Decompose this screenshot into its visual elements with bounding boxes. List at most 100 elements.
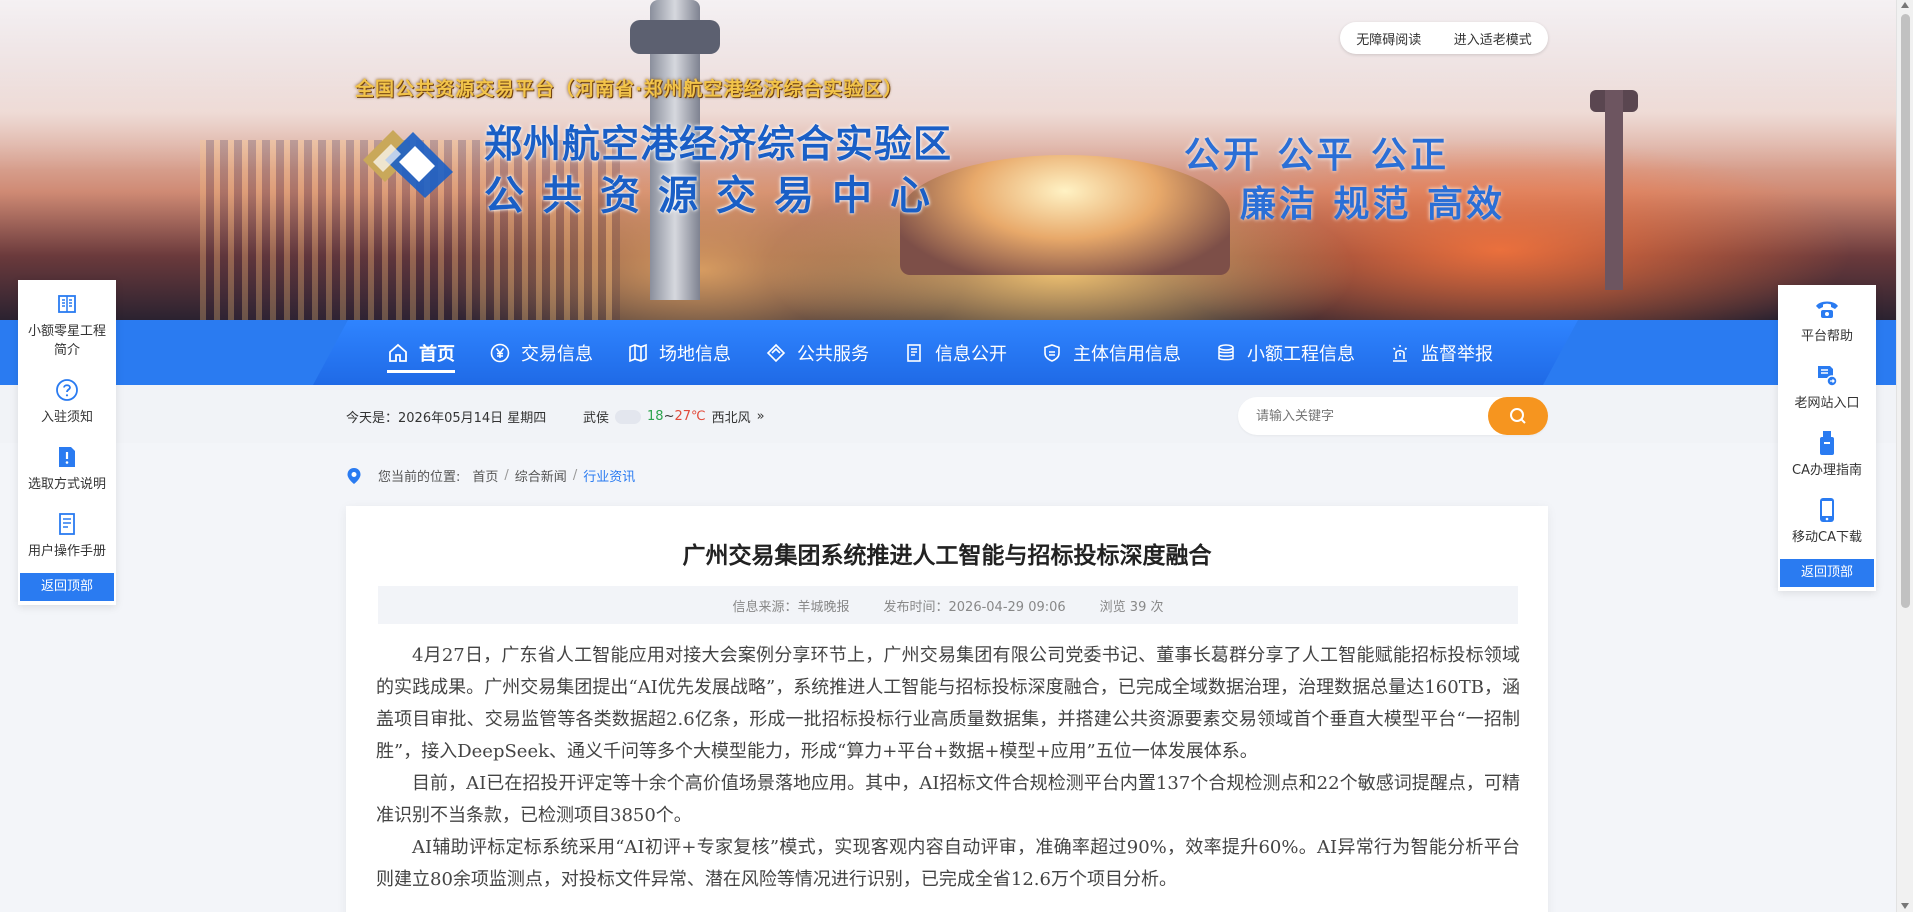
elder-mode-link[interactable]: 进入适老模式 — [1454, 29, 1532, 48]
side-item-label: CA办理指南 — [1792, 463, 1862, 478]
weather-temp-high: 27℃ — [674, 409, 706, 424]
banner-terminal-building — [900, 155, 1230, 275]
main-nav-items: 首页 交易信息 场地信息 公共服务 信息公开 主体信用信息 小额工程信息 监督举… — [370, 320, 1510, 385]
weather-wind: 西北风 — [711, 411, 751, 426]
search-bar — [1238, 397, 1548, 435]
side-item-platform-help[interactable]: 平台帮助 — [1778, 285, 1876, 352]
article-paragraph: AI辅助评标定标系统采用“AI初评+专家复核”模式，实现客观内容自动评审，准确率… — [376, 837, 1520, 890]
diamond-icon — [765, 342, 787, 364]
yen-icon — [489, 342, 511, 364]
manual-icon — [53, 510, 81, 538]
search-input[interactable] — [1238, 408, 1478, 424]
header-banner: 全国公共资源交易平台（河南省·郑州航空港经济综合实验区） 郑州航空港经济综合实验… — [0, 0, 1896, 320]
left-float-panel: 小额零星工程简介 入驻须知 选取方式说明 用户操作手册 返回顶部 — [18, 280, 116, 605]
breadcrumb-label: 您当前的位置: — [378, 470, 461, 485]
weather-more-icon[interactable]: » — [757, 409, 765, 424]
accessibility-toolbar: 无障碍阅读 进入适老模式 — [1340, 22, 1548, 54]
side-item-selection-method[interactable]: 选取方式说明 — [18, 433, 116, 500]
exclamation-doc-icon — [53, 443, 81, 471]
nav-item-home[interactable]: 首页 — [370, 320, 472, 385]
side-item-label: 选取方式说明 — [27, 477, 106, 492]
cloud-icon — [615, 409, 642, 424]
info-bar — [0, 385, 1896, 443]
nav-item-label: 首页 — [419, 343, 455, 365]
search-button[interactable] — [1488, 397, 1548, 435]
phone-icon — [1813, 295, 1841, 323]
breadcrumb-current[interactable]: 行业资讯 — [583, 466, 635, 485]
page-scrollbar[interactable] — [1896, 0, 1913, 912]
article-paragraph: 4月27日，广东省人工智能应用对接大会案例分享环节上，广州交易集团有限公司党委书… — [376, 645, 1520, 762]
side-item-label: 用户操作手册 — [27, 544, 106, 559]
article-title: 广州交易集团系统推进人工智能与招标投标深度融合 — [682, 543, 1212, 569]
nav-item-label: 公共服务 — [797, 343, 869, 365]
banner-far-tower — [1605, 90, 1623, 290]
scrollbar-thumb[interactable] — [1901, 14, 1910, 608]
scroll-down-icon[interactable] — [1901, 903, 1909, 909]
nav-item-label: 场地信息 — [659, 343, 731, 365]
breadcrumb-home[interactable]: 首页 — [472, 466, 498, 485]
old-site-icon — [1813, 362, 1841, 390]
back-to-top-button[interactable]: 返回顶部 — [20, 573, 114, 601]
main-nav: 首页 交易信息 场地信息 公共服务 信息公开 主体信用信息 小额工程信息 监督举… — [0, 320, 1896, 385]
breadcrumb: 您当前的位置: 首页 / 综合新闻 / 行业资讯 — [346, 466, 635, 485]
platform-title: 全国公共资源交易平台（河南省·郑州航空港经济综合实验区） — [355, 78, 904, 100]
article-source: 信息来源：羊城晚报 — [732, 599, 850, 615]
nav-item-small-project[interactable]: 小额工程信息 — [1198, 320, 1372, 385]
article-publish-time: 发布时间：2026-04-29 09:06 — [883, 599, 1066, 615]
nav-item-trade-info[interactable]: 交易信息 — [472, 320, 610, 385]
breadcrumb-separator: / — [504, 468, 509, 483]
current-date: 今天是：2026年05月14日 星期四 — [346, 411, 547, 426]
side-item-mobile-ca[interactable]: 移动CA下载 — [1778, 486, 1876, 553]
weather-temp-low: 18 — [647, 409, 664, 424]
nav-item-label: 监督举报 — [1421, 343, 1493, 365]
nav-item-credit-info[interactable]: 主体信用信息 — [1024, 320, 1198, 385]
question-icon — [53, 376, 81, 404]
nav-item-label: 小额工程信息 — [1247, 343, 1355, 365]
logo-icon — [363, 130, 453, 198]
org-name-line2: 公共资源交易中心 — [484, 173, 948, 219]
article-views: 浏览 39 次 — [1099, 599, 1164, 615]
breadcrumb-separator: / — [572, 468, 578, 483]
back-to-top-button[interactable]: 返回顶部 — [1780, 559, 1874, 587]
side-item-label: 老网站入口 — [1794, 396, 1860, 411]
side-item-entry-notice[interactable]: 入驻须知 — [18, 366, 116, 433]
side-item-small-project-intro[interactable]: 小额零星工程简介 — [18, 280, 116, 366]
nav-item-label: 主体信用信息 — [1073, 343, 1181, 365]
nav-item-venue-info[interactable]: 场地信息 — [610, 320, 748, 385]
article-body: 4月27日，广东省人工智能应用对接大会案例分享环节上，广州交易集团有限公司党委书… — [376, 640, 1520, 896]
home-icon — [387, 342, 409, 364]
side-item-old-site[interactable]: 老网站入口 — [1778, 352, 1876, 419]
side-item-ca-guide[interactable]: CA办理指南 — [1778, 419, 1876, 486]
banner-control-tower-cap — [630, 20, 720, 54]
database-icon — [1215, 342, 1237, 364]
nav-item-supervision[interactable]: 监督举报 — [1372, 320, 1510, 385]
side-item-label: 入驻须知 — [40, 410, 93, 425]
nav-item-public-service[interactable]: 公共服务 — [748, 320, 886, 385]
usb-key-icon — [1813, 429, 1841, 457]
weather-widget[interactable]: 武侯 18~27℃ 西北风 » — [583, 407, 765, 426]
article-paragraph: 目前，AI已在招投开评定等十余个高价值场景落地应用。其中，AI招标文件合规检测平… — [376, 773, 1520, 826]
nav-item-label: 交易信息 — [521, 343, 593, 365]
nav-item-label: 信息公开 — [935, 343, 1007, 365]
breadcrumb-news[interactable]: 综合新闻 — [515, 466, 567, 485]
location-pin-icon — [347, 467, 361, 484]
shield-icon — [1041, 342, 1063, 364]
slogan-line1: 公开 公平 公正 — [1184, 135, 1450, 176]
article-meta: 信息来源：羊城晚报 发布时间：2026-04-29 09:06 浏览 39 次 — [378, 586, 1518, 624]
scroll-up-icon[interactable] — [1901, 2, 1909, 8]
weather-temp-separator: ~ — [663, 409, 675, 424]
weather-city: 武侯 — [583, 411, 610, 426]
right-float-panel: 平台帮助 老网站入口 CA办理指南 移动CA下载 返回顶部 — [1778, 285, 1876, 591]
slogan-line2: 廉洁 规范 高效 — [1240, 184, 1506, 225]
map-icon — [627, 342, 649, 364]
nav-item-disclosure[interactable]: 信息公开 — [886, 320, 1024, 385]
lamp-icon — [1389, 342, 1411, 364]
article-card: 广州交易集团系统推进人工智能与招标投标深度融合 信息来源：羊城晚报 发布时间：2… — [346, 506, 1548, 912]
side-item-label: 移动CA下载 — [1792, 530, 1862, 545]
document-icon — [903, 342, 925, 364]
search-icon — [1510, 408, 1526, 424]
side-item-user-manual[interactable]: 用户操作手册 — [18, 500, 116, 567]
side-item-label: 平台帮助 — [1800, 329, 1853, 344]
accessibility-reading-link[interactable]: 无障碍阅读 — [1356, 29, 1421, 48]
book-icon — [53, 290, 81, 318]
